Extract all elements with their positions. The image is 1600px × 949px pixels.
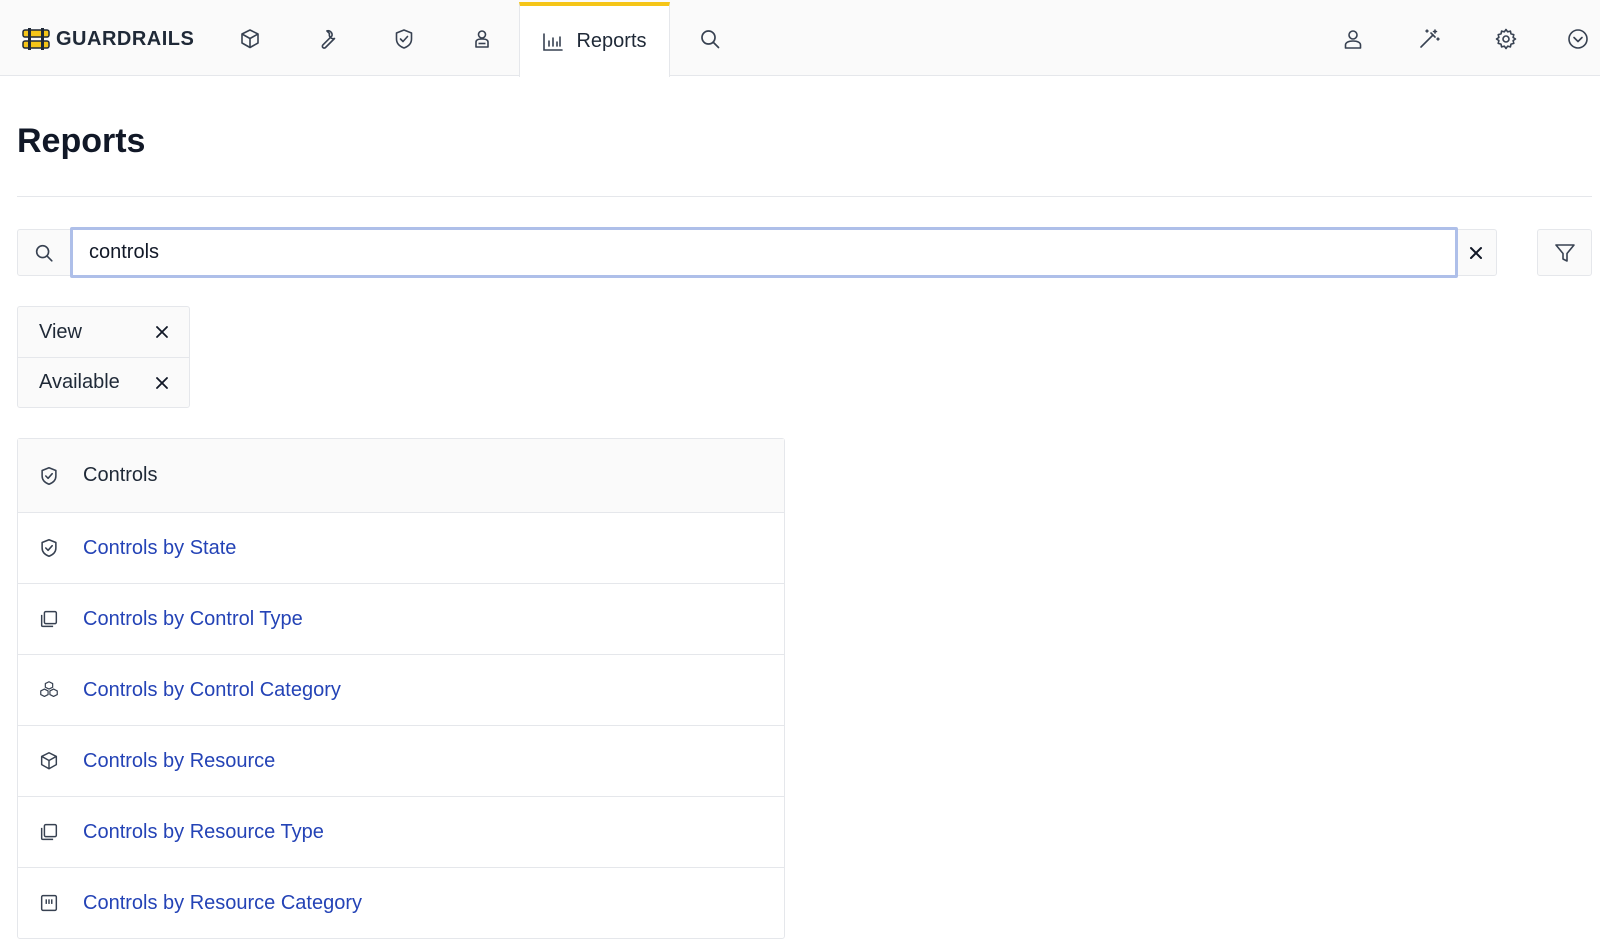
brand-logo[interactable]: GUARDRAILS — [22, 26, 194, 52]
list-item[interactable]: Controls by Resource Category — [18, 867, 784, 938]
list-item[interactable]: Controls by State — [18, 512, 784, 583]
active-filters: View Available — [17, 306, 190, 408]
guardrails-logo-icon — [22, 28, 50, 50]
report-link[interactable]: Controls by State — [83, 537, 236, 560]
tab-reports-label: Reports — [576, 30, 647, 52]
report-results-list: Controls Controls by State Controls by C… — [17, 438, 785, 939]
filter-chip-view: View — [18, 307, 189, 357]
page-title: Reports — [17, 122, 146, 160]
results-group-title: Controls — [83, 464, 158, 486]
remove-filter-close-icon[interactable] — [152, 373, 172, 393]
tab-reports[interactable]: Reports — [519, 2, 670, 77]
filter-button[interactable] — [1537, 229, 1592, 276]
filter-chip-label: View — [39, 320, 82, 343]
user-icon[interactable] — [1340, 26, 1366, 52]
report-link[interactable]: Controls by Control Type — [83, 608, 303, 631]
nav-controls-shield-check-icon[interactable] — [391, 26, 417, 52]
brand-name: GUARDRAILS — [56, 27, 195, 50]
bar-chart-icon — [542, 32, 564, 52]
report-link[interactable]: Controls by Resource Category — [83, 892, 362, 915]
search-icon — [18, 230, 70, 275]
report-link[interactable]: Controls by Resource — [83, 750, 275, 773]
remove-filter-close-icon[interactable] — [152, 322, 172, 342]
category-box-icon — [38, 892, 60, 914]
magic-wand-icon[interactable] — [1416, 26, 1442, 52]
list-item[interactable]: Controls by Resource Type — [18, 796, 784, 867]
title-divider — [17, 196, 1592, 197]
shield-check-icon — [38, 465, 60, 487]
nav-resources-cube-icon[interactable] — [237, 26, 263, 52]
clear-search-close-icon[interactable] — [1456, 230, 1496, 275]
results-group-header: Controls — [18, 439, 784, 512]
nav-actions-worker-icon[interactable] — [469, 26, 495, 52]
list-item[interactable]: Controls by Control Category — [18, 654, 784, 725]
report-link[interactable]: Controls by Resource Type — [83, 821, 324, 844]
filter-chip-available: Available — [18, 357, 189, 407]
search-bar — [17, 227, 1497, 278]
nav-policies-wrench-icon[interactable] — [314, 26, 340, 52]
filter-chip-label: Available — [39, 371, 120, 393]
nav-search-icon[interactable] — [697, 26, 723, 52]
copy-icon — [38, 821, 60, 843]
cubes-icon — [38, 679, 60, 701]
filter-icon — [1553, 241, 1577, 265]
top-nav-bar: GUARDRAILS Reports — [0, 0, 1600, 77]
copy-icon — [38, 608, 60, 630]
shield-check-icon — [38, 537, 60, 559]
report-link[interactable]: Controls by Control Category — [83, 679, 341, 702]
cube-icon — [38, 750, 60, 772]
list-item[interactable]: Controls by Resource — [18, 725, 784, 796]
list-item[interactable]: Controls by Control Type — [18, 583, 784, 654]
chevron-circle-down-icon[interactable] — [1565, 26, 1591, 52]
gear-icon[interactable] — [1493, 26, 1519, 52]
search-input[interactable] — [70, 227, 1458, 278]
